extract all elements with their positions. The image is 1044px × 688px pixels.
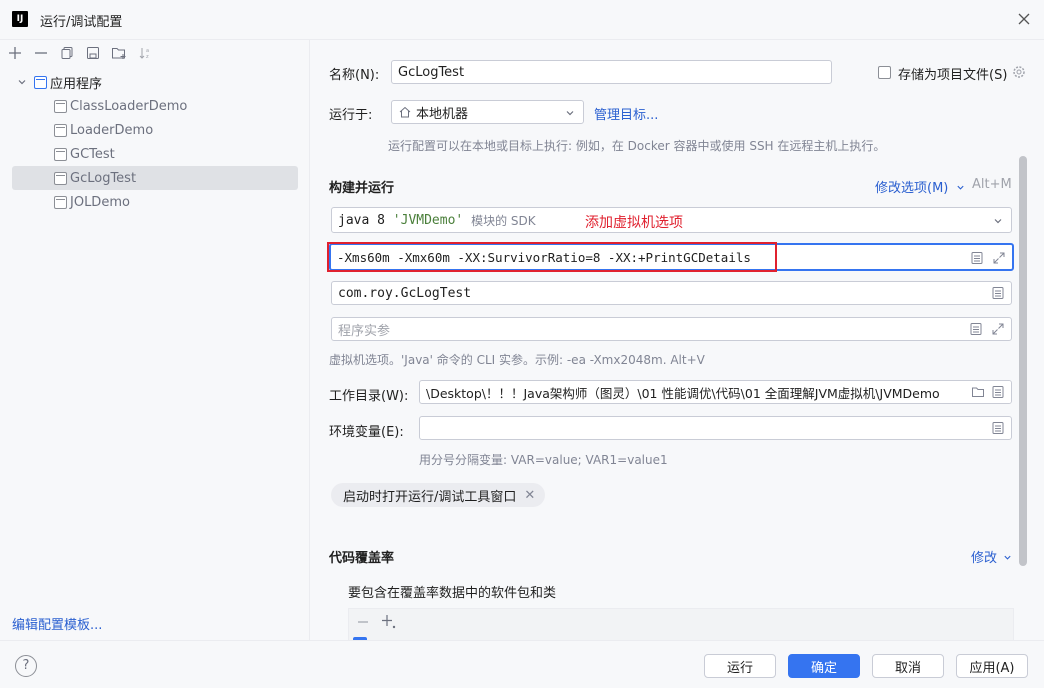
title-bar: IJ 运行/调试配置 (0, 0, 1044, 40)
apply-button[interactable]: 应用(A) (956, 654, 1028, 678)
config-icon (54, 195, 67, 209)
env-field[interactable] (419, 416, 1012, 440)
close-icon[interactable] (1016, 11, 1032, 27)
chevron-down-icon (1004, 555, 1011, 560)
application-icon (34, 75, 47, 89)
config-icon (54, 171, 67, 185)
document-icon[interactable] (991, 286, 1005, 300)
edit-templates-link[interactable]: 编辑配置模板... (12, 614, 102, 633)
name-label: 名称(N): (329, 68, 380, 83)
env-label: 环境变量(E): (329, 425, 404, 440)
config-sidebar: az 应用程序 ClassLoaderDemo LoaderDemo GCTes… (0, 40, 310, 640)
remove-icon[interactable] (30, 42, 52, 64)
tree-item-classloaderdemo[interactable]: ClassLoaderDemo (12, 94, 298, 118)
add-icon[interactable] (4, 42, 26, 64)
form-scrollbar[interactable] (1019, 156, 1027, 566)
run-button[interactable]: 运行 (704, 654, 776, 678)
build-run-heading: 构建并运行 (329, 181, 395, 196)
coverage-modify-label: 修改 (971, 551, 998, 566)
name-value: GcLogTest (398, 64, 465, 80)
coverage-heading: 代码覆盖率 (329, 551, 395, 566)
document-icon[interactable] (969, 322, 983, 336)
config-icon (54, 147, 67, 161)
workdir-field[interactable]: \Desktop\！！！Java架构师（图灵）\01 性能调优\代码\01 全面… (419, 380, 1012, 404)
run-on-label: 运行于: (329, 108, 373, 123)
main-class-value: com.roy.GcLogTest (338, 285, 472, 301)
remove-icon[interactable] (357, 616, 369, 628)
program-args-placeholder: 程序实参 (338, 323, 391, 339)
svg-text:z: z (146, 54, 149, 60)
sort-icon[interactable]: az (134, 42, 156, 64)
intellij-logo-icon: IJ (12, 11, 28, 27)
tree-item-label: GCTest (70, 146, 115, 162)
run-on-value: 本地机器 (416, 106, 469, 122)
sdk-module: 'JVMDemo' (392, 212, 464, 228)
coverage-modify-link[interactable]: 修改 (971, 547, 1012, 566)
tree-item-label: ClassLoaderDemo (70, 98, 188, 114)
env-hint: 用分号分隔变量: VAR=value; VAR1=value1 (419, 453, 668, 467)
document-icon[interactable] (991, 385, 1005, 399)
coverage-include-label: 要包含在覆盖率数据中的软件包和类 (348, 586, 557, 601)
config-icon (54, 123, 67, 137)
name-field[interactable]: GcLogTest (391, 60, 832, 84)
document-icon[interactable] (970, 251, 984, 265)
config-tree: 应用程序 ClassLoaderDemo LoaderDemo GCTest G… (12, 70, 298, 214)
modify-options-shortcut: Alt+M (972, 177, 1012, 192)
config-icon (54, 99, 67, 113)
run-on-hint: 运行配置可以在本地或目标上执行: 例如，在 Docker 容器中或使用 SSH … (388, 139, 886, 153)
chip-close-icon[interactable]: ✕ (524, 488, 535, 503)
sidebar-toolbar: az (4, 42, 156, 66)
tree-item-label: GcLogTest (70, 170, 137, 186)
tree-item-label: JOLDemo (70, 194, 130, 210)
new-folder-icon[interactable] (108, 42, 130, 64)
tree-item-loaderdemo[interactable]: LoaderDemo (12, 118, 298, 142)
ok-button[interactable]: 确定 (788, 654, 860, 678)
document-icon[interactable] (991, 421, 1005, 435)
dialog-footer: ? 运行 确定 取消 应用(A) (0, 640, 1044, 688)
chevron-down-icon (994, 219, 1002, 224)
annotation-add-vm-options: 添加虚拟机选项 (585, 215, 683, 231)
program-args-field[interactable]: 程序实参 (331, 317, 1012, 341)
chevron-down-icon (956, 185, 964, 190)
tree-item-joldemo[interactable]: JOLDemo (12, 190, 298, 214)
modify-options-link[interactable]: 修改选项(M) (875, 177, 965, 196)
modify-options-label: 修改选项(M) (875, 181, 949, 196)
chip-label: 启动时打开运行/调试工具窗口 (343, 489, 517, 505)
save-icon[interactable] (82, 42, 104, 64)
home-icon (399, 106, 411, 118)
sdk-version: java 8 (338, 212, 385, 228)
chevron-down-icon (566, 111, 574, 116)
tree-item-label: LoaderDemo (70, 122, 154, 138)
tree-item-gclogtest[interactable]: GcLogTest (12, 166, 298, 190)
vm-options-hint: 虚拟机选项。'Java' 命令的 CLI 实参。示例: -ea -Xmx2048… (329, 353, 705, 367)
annotation-highlight-box (327, 242, 777, 272)
window-title: 运行/调试配置 (40, 15, 123, 30)
chevron-down-icon[interactable] (14, 74, 30, 90)
workdir-label: 工作目录(W): (329, 389, 409, 404)
tree-root-label: 应用程序 (50, 76, 103, 92)
open-tool-window-chip[interactable]: 启动时打开运行/调试工具窗口 ✕ (331, 483, 546, 507)
help-button[interactable]: ? (15, 655, 37, 677)
tree-root-application[interactable]: 应用程序 (12, 70, 298, 94)
run-on-select[interactable]: 本地机器 (391, 100, 584, 124)
add-package-icon[interactable] (381, 614, 397, 630)
expand-icon[interactable] (991, 322, 1005, 336)
workdir-value: \Desktop\！！！Java架构师（图灵）\01 性能调优\代码\01 全面… (426, 385, 940, 401)
copy-icon[interactable] (56, 42, 78, 64)
folder-icon[interactable] (971, 385, 985, 399)
sdk-suffix: 模块的 SDK (471, 213, 536, 228)
store-as-file-checkbox[interactable] (878, 66, 891, 79)
config-form: 名称(N): GcLogTest 存储为项目文件(S) 运行于: 本地机器 管理… (311, 40, 1044, 649)
manage-targets-link[interactable]: 管理目标... (594, 104, 658, 123)
gear-icon[interactable] (1011, 64, 1027, 80)
cancel-button[interactable]: 取消 (872, 654, 944, 678)
main-class-field[interactable]: com.roy.GcLogTest (331, 281, 1012, 305)
store-as-file-label: 存储为项目文件(S) (898, 68, 1008, 83)
tree-item-gctest[interactable]: GCTest (12, 142, 298, 166)
expand-icon[interactable] (992, 251, 1006, 265)
